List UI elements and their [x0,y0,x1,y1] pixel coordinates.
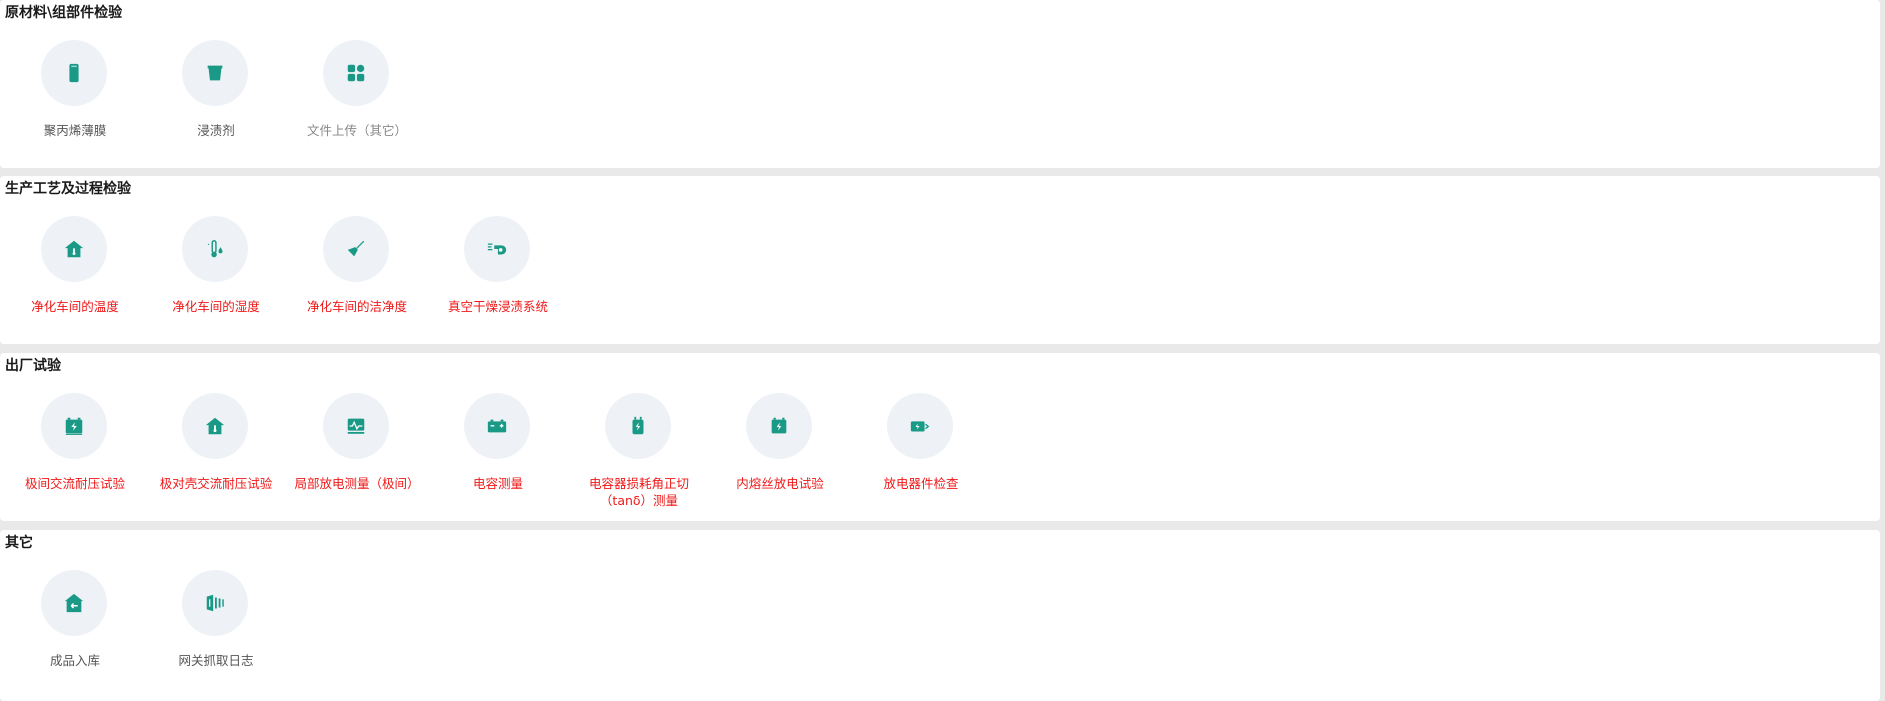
battery-bolt-small-icon [771,417,787,434]
thermometer-drop-icon [207,240,223,258]
section-raw-materials: 原材料\组部件检验 聚丙烯薄膜 浸渍剂 文件上传（其它） [0,0,1880,168]
item-internal-fuse-discharge[interactable]: 内熔丝放电试验 [710,393,850,523]
item-label: 电容测量 [472,476,523,491]
item-label: 净化车间的湿度 [172,299,260,314]
item-icon-circle [464,216,530,282]
item-vacuum-drying-system[interactable]: 真空干燥浸渍系统 [428,216,568,346]
item-icon-circle [323,393,389,459]
item-label: 内熔丝放电试验 [736,476,824,491]
item-label: 净化车间的温度 [31,299,119,314]
monitor-wave-icon [347,418,365,434]
gateway-log-icon [206,594,224,612]
item-icon-circle [182,570,248,636]
item-icon-circle [41,570,107,636]
item-polypropylene-film[interactable]: 聚丙烯薄膜 [5,40,145,170]
grid-icon [347,64,365,82]
section-production-process: 生产工艺及过程检验 净化车间的温度 净化车间的湿度 净化车间的洁净度 真空干燥浸… [0,176,1880,344]
item-label: 放电器件检查 [883,476,959,491]
blower-icon [487,243,507,255]
item-interpole-ac-withstand[interactable]: 极间交流耐压试验 [5,393,145,523]
film-icon [69,63,79,83]
item-label: 成品入库 [49,653,100,668]
item-pole-to-case-ac-withstand[interactable]: 极对壳交流耐压试验 [146,393,286,523]
section-title: 原材料\组部件检验 [5,5,123,21]
item-label: 极对壳交流耐压试验 [159,476,273,491]
item-icon-circle [746,393,812,459]
battery-charge-icon [910,421,930,432]
section-factory-tests: 出厂试验 极间交流耐压试验 极对壳交流耐压试验 局部放电测量（极间） 电容测量 … [0,353,1880,521]
section-title: 出厂试验 [5,358,61,374]
section-title: 其它 [5,535,33,551]
item-file-upload-other[interactable]: 文件上传（其它） [287,40,427,170]
item-icon-circle [464,393,530,459]
item-label: 电容器损耗角正切（tanδ）测量 [588,476,689,508]
item-clean-room-cleanliness[interactable]: 净化车间的洁净度 [287,216,427,346]
item-label: 极间交流耐压试验 [24,476,125,491]
capacitor-bolt-icon [632,416,644,435]
item-partial-discharge[interactable]: 局部放电测量（极间） [287,393,427,523]
item-icon-circle [41,393,107,459]
item-label: 净化车间的洁净度 [306,299,407,314]
item-label: 文件上传（其它） [306,123,407,138]
warehouse-in-icon [64,593,84,613]
item-label: 网关抓取日志 [178,653,254,668]
item-capacitance-measurement[interactable]: 电容测量 [428,393,568,523]
item-icon-circle [182,393,248,459]
item-loss-tangent-measurement[interactable]: 电容器损耗角正切（tanδ）测量 [569,393,709,523]
battery-terminal-icon [487,419,507,433]
item-icon-circle [323,216,389,282]
item-icon-circle [182,216,248,282]
section-title: 生产工艺及过程检验 [5,181,131,197]
item-label: 浸渍剂 [197,123,235,138]
house-thermometer-icon [205,417,225,435]
house-thermometer-icon [64,240,84,258]
section-other: 其它 成品入库 网关抓取日志 [0,530,1880,701]
item-label: 局部放电测量（极间） [294,476,420,491]
item-icon-circle [887,393,953,459]
item-discharge-device-check[interactable]: 放电器件检查 [851,393,991,523]
item-icon-circle [182,40,248,106]
item-label: 真空干燥浸渍系统 [447,299,548,314]
bucket-icon [207,65,223,81]
battery-bolt-icon [65,417,83,435]
item-gateway-log-capture[interactable]: 网关抓取日志 [146,570,286,700]
item-icon-circle [323,40,389,106]
brush-icon [347,240,365,257]
item-icon-circle [41,216,107,282]
item-clean-room-humidity[interactable]: 净化车间的湿度 [146,216,286,346]
item-clean-room-temperature[interactable]: 净化车间的温度 [5,216,145,346]
item-icon-circle [605,393,671,459]
item-label: 聚丙烯薄膜 [43,123,107,138]
item-icon-circle [41,40,107,106]
item-finished-goods-inbound[interactable]: 成品入库 [5,570,145,700]
item-impregnant[interactable]: 浸渍剂 [146,40,286,170]
